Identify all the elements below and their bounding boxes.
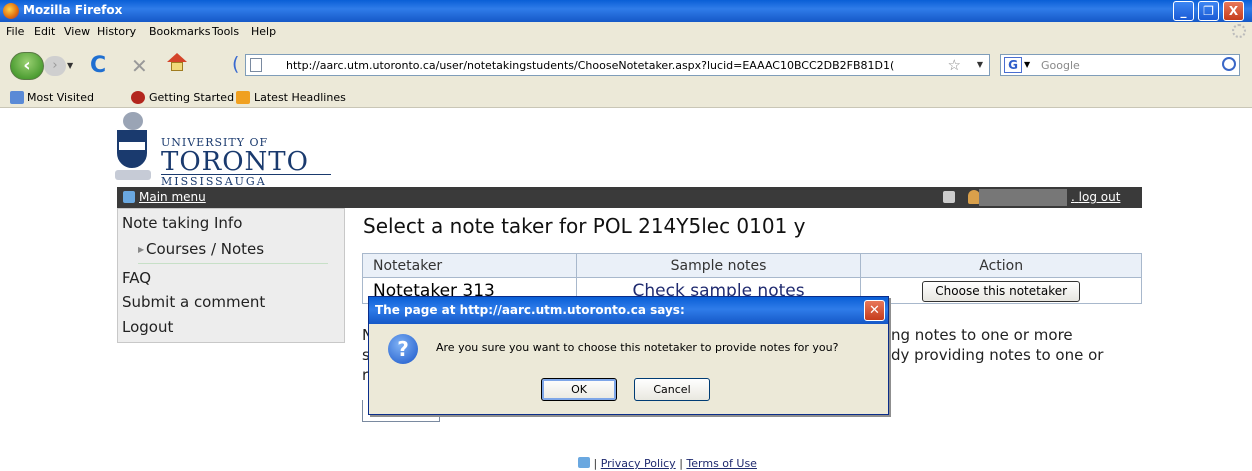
sidebar-item-faq[interactable]: FAQ	[122, 269, 151, 287]
forward-button[interactable]: ›	[44, 56, 66, 76]
bookmarks-toolbar: Most Visited Getting Started Latest Head…	[0, 87, 1252, 108]
dialog-message: Are you sure you want to choose this not…	[436, 341, 839, 354]
address-bar[interactable]: http://aarc.utm.utoronto.ca/user/notetak…	[245, 54, 990, 76]
maximize-button[interactable]: ❐	[1198, 1, 1219, 21]
main-menu-link[interactable]: Main menu	[139, 190, 206, 204]
log-out-link[interactable]: . log out	[1071, 190, 1120, 204]
menu-bookmarks[interactable]: Bookmarks	[149, 25, 210, 38]
terms-of-use-link[interactable]: Terms of Use	[686, 457, 757, 470]
back-button[interactable]: ‹	[10, 52, 44, 80]
sidebar-item-logout[interactable]: Logout	[122, 318, 173, 336]
bookmark-getting-started[interactable]: Getting Started	[149, 91, 234, 104]
home-icon[interactable]	[166, 51, 188, 73]
body-text-line-1: ng notes to one or more	[891, 326, 1073, 344]
log-out-prefix: .	[1071, 190, 1075, 204]
minimize-button[interactable]: _	[1173, 1, 1194, 21]
sidebar-item-submit-comment[interactable]: Submit a comment	[122, 293, 265, 311]
window-title: Mozilla Firefox	[23, 3, 123, 17]
search-icon[interactable]	[1222, 57, 1236, 71]
column-header-sample-notes: Sample notes	[575, 253, 862, 278]
site-header-bar: Main menu . log out	[117, 187, 1142, 208]
footer-separator: |	[679, 457, 683, 470]
search-placeholder[interactable]: Google	[1041, 59, 1080, 72]
bookmark-most-visited[interactable]: Most Visited	[27, 91, 94, 104]
sidebar-item-courses-notes[interactable]: Courses / Notes	[146, 240, 264, 258]
bookmark-latest-headlines[interactable]: Latest Headlines	[254, 91, 346, 104]
search-box[interactable]: G ▼ Google	[1000, 54, 1240, 76]
footer-home-icon[interactable]	[578, 457, 590, 468]
university-logo[interactable]: UNIVERSITY OF TORONTO MISSISSAUGA	[115, 112, 347, 188]
url-text[interactable]: http://aarc.utm.utoronto.ca/user/notetak…	[286, 59, 926, 72]
menu-bar: File Edit View History Bookmarks Tools H…	[0, 22, 1252, 41]
page-footer: | Privacy Policy | Terms of Use	[578, 457, 757, 470]
url-dropdown-icon[interactable]: ▼	[977, 60, 983, 69]
body-text-line-2: dy providing notes to one or	[891, 346, 1104, 364]
dialog-title-bar: The page at http://aarc.utm.utoronto.ca …	[369, 297, 888, 324]
submenu-arrow-icon: ▶	[138, 245, 145, 254]
cancel-button[interactable]: Cancel	[634, 378, 710, 401]
menu-file[interactable]: File	[6, 25, 24, 38]
getting-started-icon	[131, 91, 145, 104]
sidebar-menu: Note taking Info Courses / Notes ▶ FAQ S…	[117, 208, 345, 343]
footer-separator: |	[593, 457, 598, 470]
sidebar-divider	[138, 263, 328, 264]
choose-notetaker-button[interactable]: Choose this notetaker	[922, 280, 1081, 302]
privacy-policy-link[interactable]: Privacy Policy	[601, 457, 676, 470]
close-window-button[interactable]: X	[1223, 1, 1244, 21]
browser-window: Mozilla Firefox _ ❐ X File Edit View His…	[0, 0, 1252, 471]
google-icon[interactable]: G	[1004, 57, 1022, 73]
books-icon	[115, 170, 151, 180]
rss-feed-icon	[236, 91, 250, 104]
column-header-notetaker: Notetaker	[362, 253, 577, 278]
url-bracket-left: (	[232, 53, 240, 75]
ok-button[interactable]: OK	[541, 378, 617, 401]
dialog-close-button[interactable]: ✕	[864, 300, 885, 321]
main-menu-home-icon[interactable]	[123, 191, 135, 203]
history-dropdown-icon[interactable]: ▼	[67, 61, 73, 70]
title-bar: Mozilla Firefox _ ❐ X	[0, 0, 1252, 22]
action-cell: Choose this notetaker	[860, 277, 1142, 304]
confirm-dialog: The page at http://aarc.utm.utoronto.ca …	[368, 296, 889, 415]
dialog-title: The page at http://aarc.utm.utoronto.ca …	[375, 303, 685, 317]
log-out-label[interactable]: log out	[1079, 190, 1121, 204]
page-icon	[250, 58, 262, 72]
menu-help[interactable]: Help	[251, 25, 276, 38]
bookmark-star-icon[interactable]: ☆	[948, 56, 961, 74]
question-icon: ?	[388, 334, 418, 364]
menu-tools[interactable]: Tools	[212, 25, 239, 38]
user-tools-icon	[943, 191, 955, 203]
sidebar-item-note-taking-info[interactable]: Note taking Info	[122, 214, 242, 232]
firefox-icon	[3, 3, 19, 19]
redacted-username	[979, 189, 1067, 206]
most-visited-icon	[10, 91, 24, 104]
throbber-icon	[1232, 24, 1246, 38]
table-header-row: Notetaker Sample notes Action	[362, 253, 1142, 278]
logo-toronto: TORONTO	[161, 147, 309, 177]
menu-history[interactable]: History	[97, 25, 136, 38]
menu-edit[interactable]: Edit	[34, 25, 55, 38]
search-engine-dropdown-icon[interactable]: ▼	[1024, 60, 1030, 69]
navigation-toolbar: ‹ › ▼ C ✕ ( http://aarc.utm.utoronto.ca/…	[0, 41, 1252, 87]
page-title: Select a note taker for POL 214Y5lec 010…	[363, 214, 806, 238]
shield-icon	[117, 130, 147, 168]
menu-view[interactable]: View	[64, 25, 90, 38]
column-header-action: Action	[860, 253, 1142, 278]
stop-icon[interactable]: ✕	[131, 54, 148, 78]
reload-icon[interactable]: C	[90, 53, 106, 78]
crest-icon	[123, 112, 143, 130]
